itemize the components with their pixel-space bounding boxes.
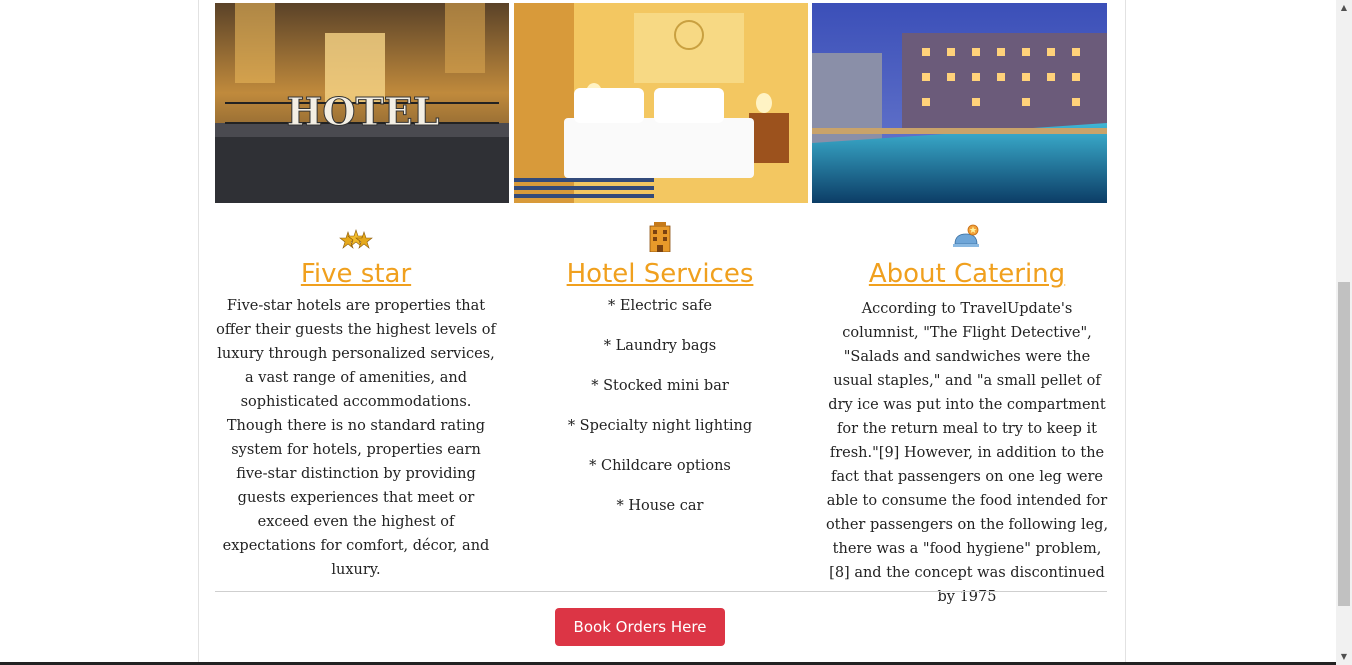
hotel-bedroom-photo [514, 3, 808, 203]
service-item: * Stocked mini bar [591, 378, 729, 394]
hotel-services-title-link[interactable]: Hotel Services [530, 254, 790, 294]
catering-icon [953, 224, 979, 247]
service-item: * Laundry bags [603, 338, 717, 354]
service-item: * Childcare options [589, 458, 731, 474]
catering-description: According to TravelUpdate's columnist, "… [825, 301, 1109, 605]
section-divider [215, 591, 1107, 592]
about-catering-section: About Catering According to TravelUpdate… [825, 222, 1109, 609]
scroll-down-arrow-icon[interactable]: ▼ [1336, 649, 1352, 665]
hotel-pool-photo [812, 3, 1107, 203]
hotel-services-section: Hotel Services * Electric safe * Laundry… [530, 222, 790, 534]
about-catering-title-link[interactable]: About Catering [825, 254, 1109, 294]
content-container: HOTEL Five star Five-star hotels are pro… [198, 0, 1126, 663]
services-list: * Electric safe * Laundry bags * Stocked… [530, 294, 790, 518]
hotel-sign-text: HOTEL [287, 89, 440, 134]
five-star-title-link[interactable]: Five star [215, 254, 497, 294]
scrollbar-thumb[interactable] [1338, 282, 1350, 606]
scroll-up-arrow-icon[interactable]: ▲ [1336, 0, 1352, 16]
page-scrollbar[interactable]: ▲ ▼ [1336, 0, 1352, 665]
service-item: * Specialty night lighting [567, 418, 753, 434]
service-item: * House car [616, 498, 704, 514]
hotel-facade-photo: HOTEL [215, 3, 509, 203]
five-star-description: Five-star hotels are properties that off… [216, 298, 496, 578]
book-orders-button[interactable]: Book Orders Here [555, 608, 725, 646]
service-item: * Electric safe [608, 298, 712, 314]
hotel-building-icon [649, 222, 671, 252]
stars-icon [339, 229, 373, 249]
five-star-section: Five star Five-star hotels are propertie… [215, 222, 497, 582]
